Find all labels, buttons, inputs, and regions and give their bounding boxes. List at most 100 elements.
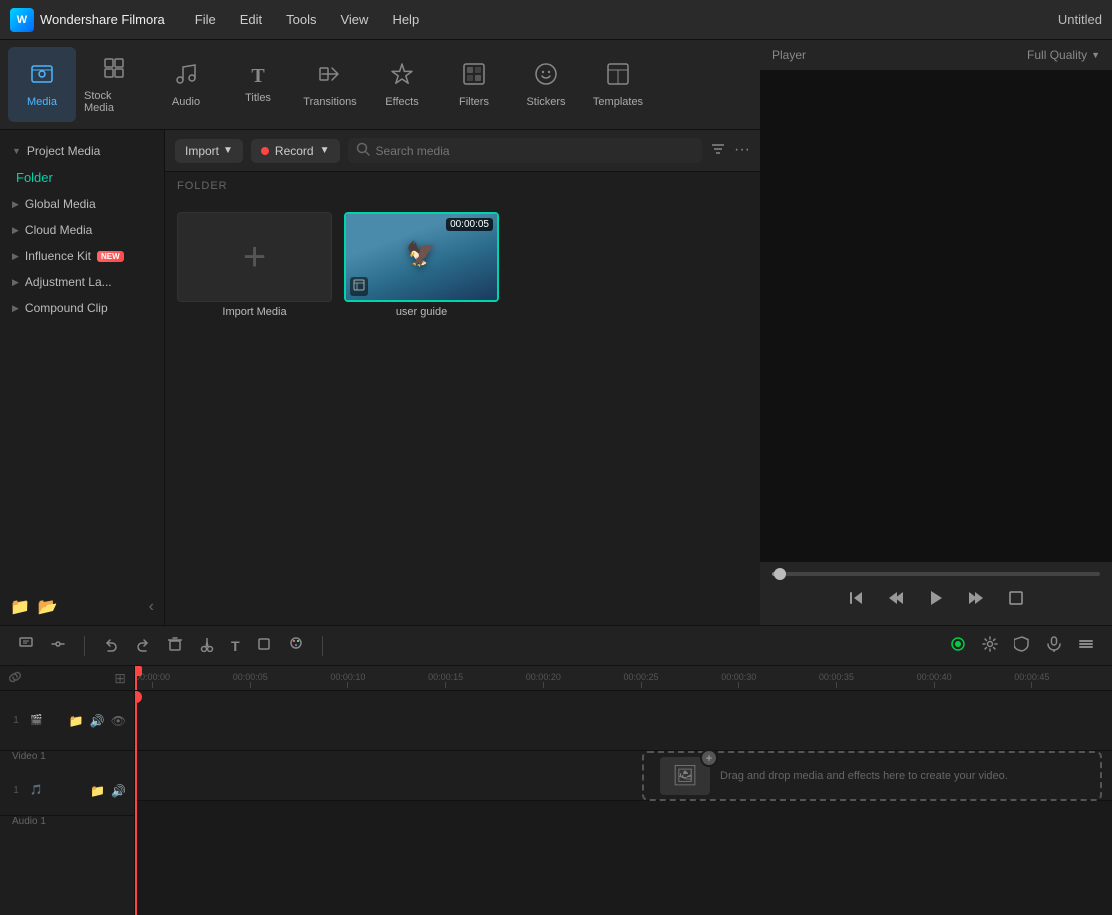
app-name: Wondershare Filmora: [40, 12, 165, 27]
timeline-delete-button[interactable]: [161, 632, 189, 659]
timeline-mic-button[interactable]: [1040, 632, 1068, 659]
user-guide-item[interactable]: 00:00:05 user guide: [344, 212, 499, 318]
import-label: Import: [185, 144, 219, 158]
menu-file[interactable]: File: [185, 8, 226, 31]
toolbar-label-transitions: Transitions: [303, 96, 356, 108]
bottom-panel: T: [0, 625, 1112, 915]
ruler-mark-40: 00:00:40: [917, 672, 952, 688]
video-track[interactable]: [135, 691, 1112, 751]
window-title: Untitled: [1058, 12, 1102, 27]
media-grid: + Import Media 00:00:05: [165, 200, 760, 330]
audio-track-type: 🎵: [30, 785, 42, 796]
link-icon[interactable]: [8, 670, 22, 687]
timeline-select-tool[interactable]: [12, 632, 40, 659]
video-track-audio-icon[interactable]: 🔊: [90, 714, 105, 728]
timeline-redo-button[interactable]: [129, 632, 157, 659]
timeline-crop-button[interactable]: [250, 632, 278, 659]
timeline-playhead-line: [135, 691, 137, 915]
player-quality[interactable]: Full Quality ▼: [1027, 48, 1100, 62]
transitions-icon: [318, 62, 342, 92]
audio-track-folder-icon[interactable]: 📁: [90, 784, 105, 798]
timeline-more-button[interactable]: [1072, 632, 1100, 659]
sidebar-item-compound-clip[interactable]: ▶ Compound Clip: [0, 295, 164, 321]
timeline-text-button[interactable]: T: [225, 632, 246, 659]
toolbar-btn-stickers[interactable]: Stickers: [512, 47, 580, 122]
sidebar-item-cloud-media[interactable]: ▶ Cloud Media: [0, 217, 164, 243]
collapse-sidebar-icon[interactable]: ‹: [149, 598, 154, 616]
menu-tools[interactable]: Tools: [276, 8, 326, 31]
sidebar-label-compound-clip: Compound Clip: [25, 301, 108, 315]
search-input[interactable]: [376, 144, 695, 158]
arrow-icon-global: ▶: [12, 199, 19, 210]
toolbar-btn-transitions[interactable]: Transitions: [296, 47, 364, 122]
timeline-undo-button[interactable]: [97, 632, 125, 659]
effects-icon: [390, 62, 414, 92]
left-panel: Media Stock Media: [0, 40, 760, 625]
toolbar-label-media: Media: [27, 96, 57, 108]
drop-zone-text: Drag and drop media and effects here to …: [720, 770, 1008, 782]
toolbar-label-stock: Stock Media: [84, 90, 144, 114]
timeline-record-tool[interactable]: [944, 632, 972, 659]
toolbar-label-templates: Templates: [593, 96, 643, 108]
import-dropdown-icon: ▼: [223, 145, 233, 156]
toolbar-btn-audio[interactable]: Audio: [152, 47, 220, 122]
sidebar-bottom-icons: 📁 📂: [10, 597, 58, 617]
player-timeline[interactable]: [772, 572, 1100, 576]
toolbar-label-audio: Audio: [172, 96, 200, 108]
video-track-folder-icon[interactable]: 📁: [69, 714, 84, 728]
timeline-cut-button[interactable]: [193, 632, 221, 659]
player-buttons: [772, 586, 1100, 615]
player-forward-button[interactable]: [964, 586, 988, 615]
menu-edit[interactable]: Edit: [230, 8, 272, 31]
ruler-mark-0: 00:00:00: [135, 672, 170, 688]
player-play-button[interactable]: [924, 586, 948, 615]
timeline-shield-button[interactable]: [1008, 632, 1036, 659]
toolbar-btn-media[interactable]: Media: [8, 47, 76, 122]
sidebar-item-adjustment[interactable]: ▶ Adjustment La...: [0, 269, 164, 295]
filter-icon[interactable]: [710, 141, 726, 160]
toolbar-btn-stock[interactable]: Stock Media: [80, 47, 148, 122]
menu-help[interactable]: Help: [382, 8, 429, 31]
folder-section-label: FOLDER: [165, 172, 760, 200]
audio-track[interactable]: + Drag and drop media and effects here t…: [135, 751, 1112, 801]
timeline-settings-button[interactable]: [976, 632, 1004, 659]
tracks-area: + Drag and drop media and effects here t…: [135, 691, 1112, 915]
menu-view[interactable]: View: [330, 8, 378, 31]
drop-zone-thumb: +: [660, 757, 710, 795]
timeline-ruler[interactable]: 00:00:00 00:00:05 00:00:10 00:00:15 00:0…: [135, 666, 1112, 691]
toolbar-btn-filters[interactable]: Filters: [440, 47, 508, 122]
new-folder-icon[interactable]: 📁: [10, 597, 30, 617]
sidebar-item-global-media[interactable]: ▶ Global Media: [0, 191, 164, 217]
sidebar-item-project-media[interactable]: ▼ Project Media: [0, 138, 164, 164]
player-rewind-button[interactable]: [884, 586, 908, 615]
timeline-ripple-tool[interactable]: [44, 632, 72, 659]
add-folder-icon[interactable]: 📂: [38, 597, 58, 617]
video-track-eye-icon[interactable]: 👁: [111, 714, 126, 728]
add-track-icon[interactable]: ⊞: [114, 670, 126, 687]
record-button[interactable]: Record ▼: [251, 139, 340, 163]
audio-track-vol-icon[interactable]: 🔊: [111, 784, 126, 798]
import-button[interactable]: Import ▼: [175, 139, 243, 163]
ruler-marks: 00:00:00 00:00:05 00:00:10 00:00:15 00:0…: [135, 666, 1112, 688]
timeline-color-button[interactable]: [282, 632, 310, 659]
menu-bar: W Wondershare Filmora File Edit Tools Vi…: [0, 0, 1112, 40]
toolbar-btn-effects[interactable]: Effects: [368, 47, 436, 122]
separator-2: [322, 636, 323, 656]
app-logo: W Wondershare Filmora: [10, 8, 165, 32]
search-bar[interactable]: [348, 138, 703, 163]
separator-1: [84, 636, 85, 656]
sidebar-bottom: 📁 📂 ‹: [0, 597, 164, 617]
import-media-item[interactable]: + Import Media: [177, 212, 332, 318]
video-track-name: Video 1: [0, 751, 134, 766]
video-track-icons: 📁 🔊 👁: [69, 714, 126, 728]
more-icon[interactable]: ···: [734, 141, 750, 160]
sidebar-item-folder[interactable]: Folder: [0, 164, 164, 191]
toolbar-btn-templates[interactable]: Templates: [584, 47, 652, 122]
import-plus-icon: +: [243, 235, 266, 280]
sidebar-item-influence-kit[interactable]: ▶ Influence Kit NEW: [0, 243, 164, 269]
player-fullscreen-button[interactable]: [1004, 586, 1028, 615]
player-prev-button[interactable]: [844, 586, 868, 615]
ruler-mark-10: 00:00:10: [330, 672, 365, 688]
toolbar-btn-titles[interactable]: T Titles: [224, 47, 292, 122]
user-guide-thumb: 00:00:05: [344, 212, 499, 302]
